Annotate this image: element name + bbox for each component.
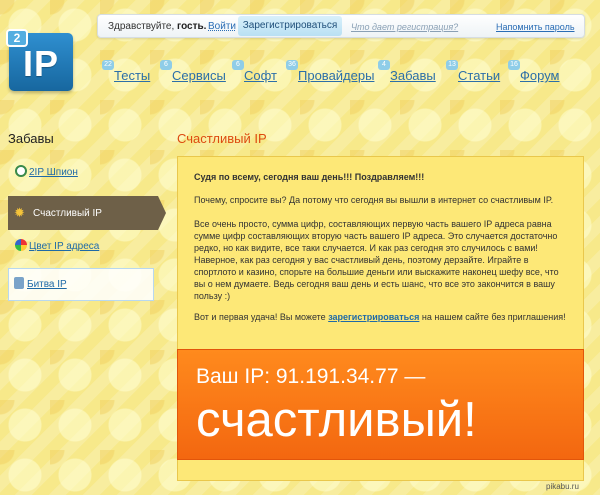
- page-title: Счастливый IP: [177, 131, 267, 146]
- login-link[interactable]: Войти: [208, 21, 236, 32]
- explanation-text: Все очень просто, сумма цифр, составляющ…: [194, 219, 559, 301]
- register-link[interactable]: зарегистрироваться: [328, 312, 419, 322]
- sun-icon: ✹: [14, 205, 25, 220]
- nav-label[interactable]: Форум: [520, 68, 560, 83]
- register-offer: Вот и первая удача! Вы можете зарегистри…: [194, 312, 566, 322]
- nav-label[interactable]: Сервисы: [172, 68, 226, 83]
- auth-bar: Здравствуйте, гость. Войти Зарегистриров…: [97, 14, 585, 38]
- sidebar-title: Забавы: [8, 131, 54, 146]
- remind-password-link[interactable]: Напомнить пароль: [496, 22, 575, 32]
- site-logo[interactable]: 2 IP: [6, 29, 73, 91]
- nav-label[interactable]: Тесты: [114, 68, 150, 83]
- nav-badge: 6: [160, 60, 172, 70]
- congrats-text: Судя по всему, сегодня ваш день!!! Поздр…: [194, 172, 425, 182]
- main-nav: 22 Тесты 6 Сервисы 6 Софт 36 Провайдеры …: [102, 60, 592, 90]
- ip-address-line: Ваш IP: 91.191.34.77 —: [196, 365, 426, 388]
- crosshair-icon: [15, 165, 27, 177]
- nav-label[interactable]: Забавы: [390, 68, 436, 83]
- nav-badge: 36: [286, 60, 298, 70]
- nav-badge: 16: [508, 60, 520, 70]
- sidebar-item-label[interactable]: Битва IP: [27, 279, 67, 290]
- sidebar-item-spy[interactable]: 2IP Шпион: [15, 165, 165, 181]
- watermark: pikabu.ru: [546, 482, 579, 491]
- intro-text: Почему, спросите вы? Да потому что сегод…: [194, 195, 554, 205]
- nav-badge: 22: [102, 60, 114, 70]
- why-register-link[interactable]: Что дает регистрация?: [351, 22, 458, 32]
- nav-label[interactable]: Статьи: [458, 68, 500, 83]
- sidebar-item-ip-battle[interactable]: Битва IP: [8, 268, 154, 301]
- sidebar-item-label: Счастливый IP: [33, 208, 102, 219]
- color-wheel-icon: [15, 239, 27, 251]
- sidebar-item-label[interactable]: Цвет IP адреса: [29, 241, 99, 252]
- guest-name: гость.: [177, 21, 207, 32]
- nav-badge: 13: [446, 60, 458, 70]
- nav-badge: 4: [378, 60, 390, 70]
- sidebar-item-label[interactable]: 2IP Шпион: [29, 167, 78, 178]
- logo-text: IP: [22, 43, 59, 84]
- lucky-heading: счастливый!: [196, 393, 477, 447]
- greeting: Здравствуйте, гость.: [108, 21, 207, 32]
- register-button[interactable]: Зарегистрироваться: [238, 16, 342, 36]
- lucky-banner: Ваш IP: 91.191.34.77 — счастливый!: [177, 349, 584, 460]
- sidebar-item-ip-color[interactable]: Цвет IP адреса: [15, 239, 165, 255]
- fighter-icon: [14, 277, 24, 289]
- nav-label[interactable]: Софт: [244, 68, 277, 83]
- nav-label[interactable]: Провайдеры: [298, 68, 374, 83]
- nav-badge: 6: [232, 60, 244, 70]
- sidebar-item-lucky-ip[interactable]: ✹ Счастливый IP: [8, 196, 166, 230]
